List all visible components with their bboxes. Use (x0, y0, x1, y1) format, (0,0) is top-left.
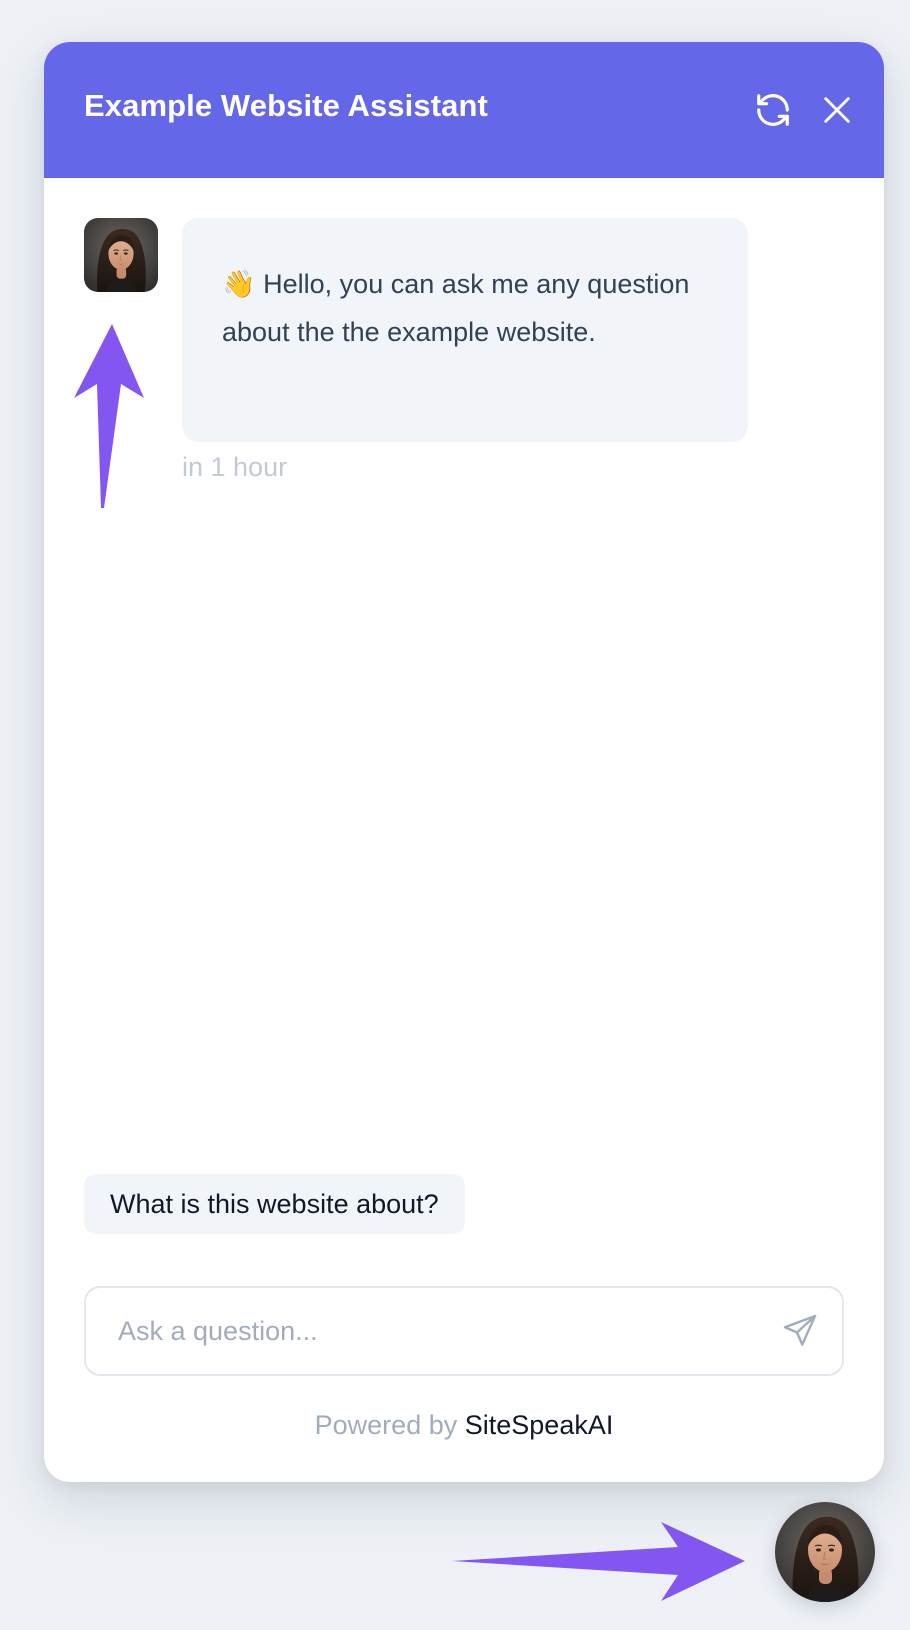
chat-launcher-button[interactable] (775, 1502, 875, 1602)
suggested-question-button[interactable]: What is this website about? (84, 1174, 465, 1234)
question-input[interactable] (118, 1288, 758, 1374)
close-button[interactable] (813, 86, 861, 134)
question-input-container (84, 1286, 844, 1376)
assistant-avatar (84, 218, 158, 292)
chat-widget: Example Website Assistant 👋 Hello, you c… (44, 42, 884, 1482)
chat-title: Example Website Assistant (84, 88, 488, 123)
launcher-avatar (775, 1502, 875, 1602)
powered-by-label: Powered by (314, 1410, 458, 1440)
send-button[interactable] (778, 1309, 822, 1353)
assistant-message-bubble: 👋 Hello, you can ask me any question abo… (182, 218, 748, 442)
powered-by-footer: Powered by SiteSpeakAI (44, 1410, 884, 1441)
refresh-button[interactable] (749, 86, 797, 134)
refresh-icon (757, 94, 789, 126)
assistant-message-text: Hello, you can ask me any question about… (222, 269, 690, 347)
close-icon (824, 97, 850, 123)
chat-header: Example Website Assistant (44, 42, 884, 178)
send-icon (783, 1314, 817, 1346)
sitespeakai-link[interactable]: SiteSpeakAI (465, 1410, 614, 1440)
message-timestamp: in 1 hour (182, 452, 288, 482)
wave-emoji: 👋 (222, 269, 256, 299)
arrow-right-icon (452, 1522, 745, 1601)
